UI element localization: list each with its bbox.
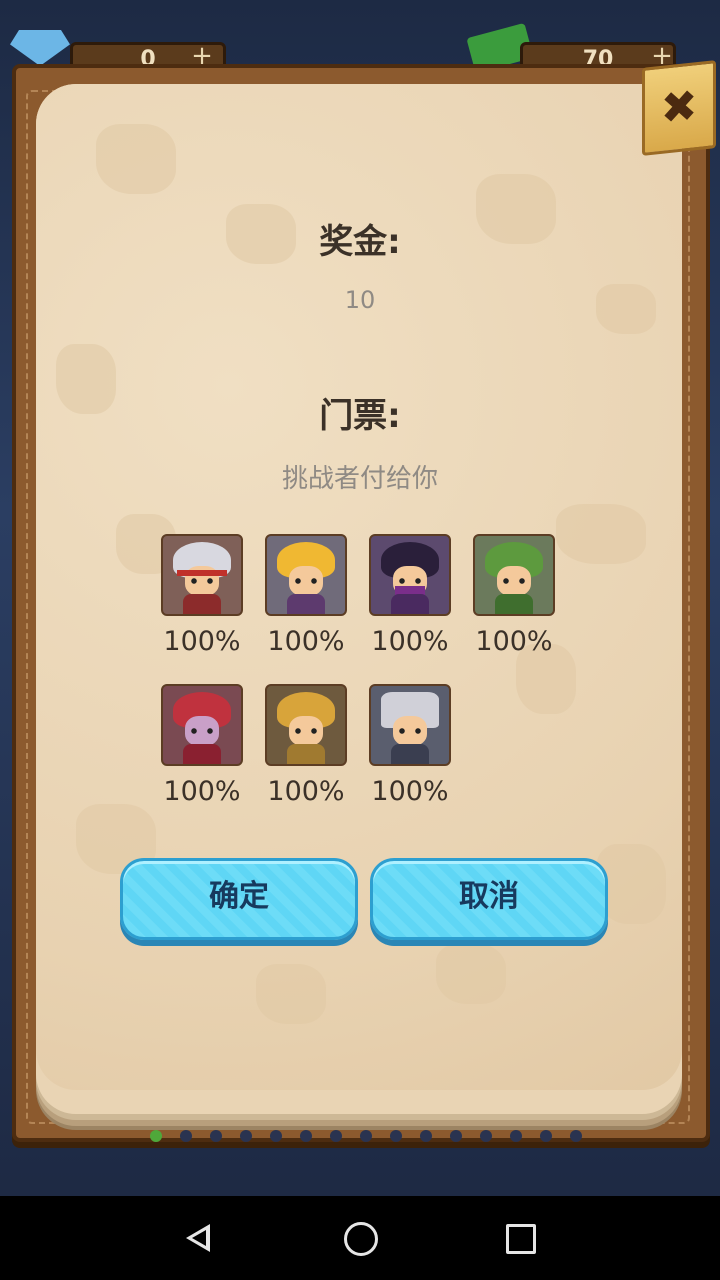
hero-portrait: [473, 534, 555, 616]
hero-item[interactable]: 100%: [462, 534, 566, 657]
hero-percentage: 100%: [371, 626, 449, 657]
close-button[interactable]: ✖: [642, 60, 716, 156]
hero-portrait: [369, 534, 451, 616]
hero-item[interactable]: 100%: [358, 684, 462, 807]
hero-item[interactable]: 100%: [150, 684, 254, 807]
cancel-button[interactable]: 取消: [370, 858, 608, 940]
hero-portrait: [369, 684, 451, 766]
confirm-button[interactable]: 确定: [120, 858, 358, 940]
hero-percentage: 100%: [163, 626, 241, 657]
ticket-label: 门票:: [319, 396, 401, 436]
hero-item[interactable]: 100%: [254, 684, 358, 807]
page-indicator: [150, 1130, 590, 1146]
hero-item[interactable]: 100%: [150, 534, 254, 657]
hero-percentage: 100%: [371, 776, 449, 807]
hero-percentage: 100%: [163, 776, 241, 807]
close-icon: ✖: [660, 80, 698, 135]
hero-item[interactable]: 100%: [254, 534, 358, 657]
hero-percentage: 100%: [267, 776, 345, 807]
hero-portrait: [161, 534, 243, 616]
bonus-value: 10: [344, 286, 376, 314]
bonus-label: 奖金:: [319, 222, 401, 262]
home-icon[interactable]: [344, 1222, 378, 1256]
hero-portrait: [265, 534, 347, 616]
gem-icon: [10, 30, 70, 66]
hero-item[interactable]: 100%: [358, 534, 462, 657]
hero-portrait: [161, 684, 243, 766]
recents-icon[interactable]: [506, 1224, 536, 1254]
hero-percentage: 100%: [475, 626, 553, 657]
back-icon-inner: [192, 1230, 206, 1246]
hero-percentage: 100%: [267, 626, 345, 657]
ticket-description: 挑战者付给你: [281, 464, 438, 494]
hero-portrait: [265, 684, 347, 766]
